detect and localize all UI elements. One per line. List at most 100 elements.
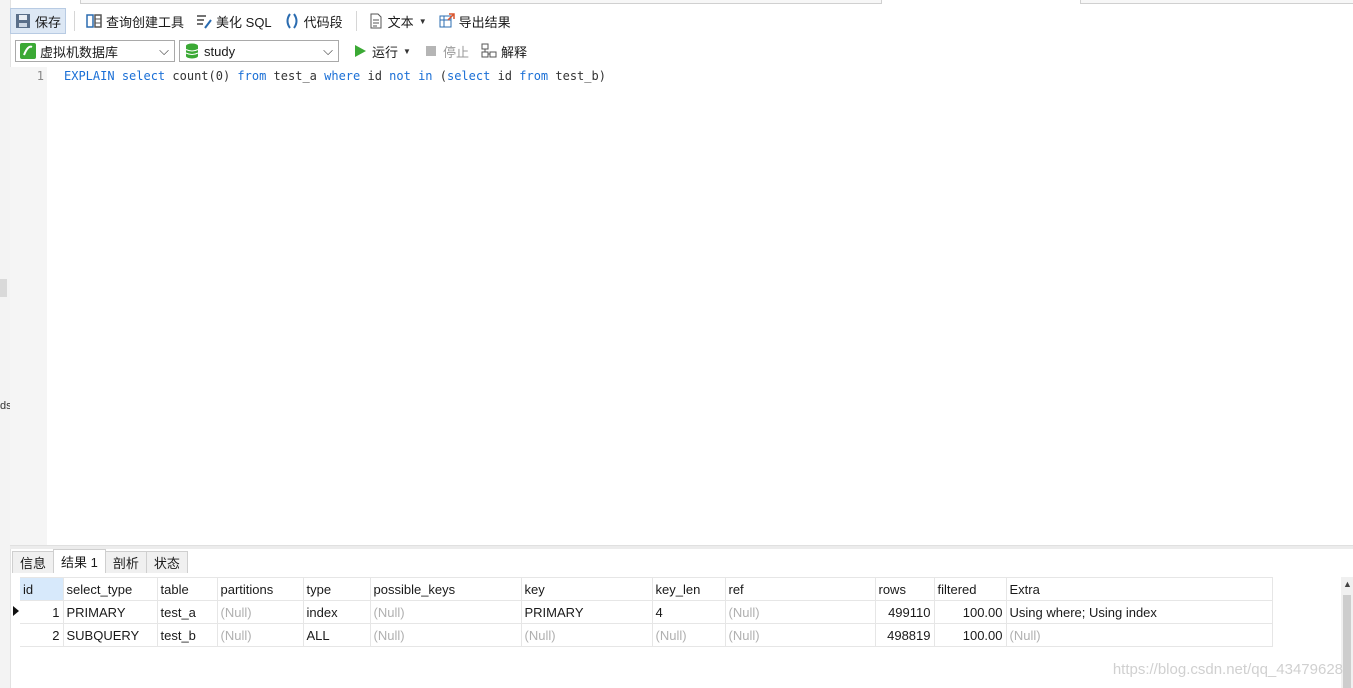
connection-icon [20,43,36,59]
tab-label: 结果 1 [61,555,98,570]
window-tab[interactable] [80,0,882,4]
export-results-button[interactable]: 导出结果 [434,8,516,34]
code-snippet-label: 代码段 [303,14,343,30]
parentheses-icon [284,13,300,29]
sql-keyword-token: where [324,69,361,83]
tab-profile[interactable]: 剖析 [104,551,147,573]
run-button[interactable]: 运行 ▼ [347,38,416,64]
tab-result-1[interactable]: 结果 1 [53,549,106,573]
cell-table[interactable]: test_a [157,600,218,624]
beautify-sql-button[interactable]: 美化 SQL [191,8,277,34]
floppy-disk-icon [15,13,31,29]
query-builder-button[interactable]: 查询创建工具 [81,8,189,34]
save-button[interactable]: 保存 [10,8,67,34]
column-header[interactable]: Extra [1006,577,1273,601]
sql-text-token [411,69,418,83]
explain-icon [481,43,497,59]
cell-id[interactable]: 1 [20,600,64,624]
beautify-sql-label: 美化 SQL [216,14,272,30]
sql-keyword-token: select [121,69,166,83]
query-builder-label: 查询创建工具 [106,14,185,30]
cell-type[interactable]: index [303,600,371,624]
cell-filtered[interactable]: 100.00 [934,600,1007,624]
scrollbar-thumb[interactable] [1343,595,1351,688]
cell-ref[interactable]: (Null) [725,623,876,647]
sql-text-token: ( [432,69,447,83]
tab-status[interactable]: 状态 [145,551,188,573]
sql-editor[interactable]: 1 EXPLAIN select count(0) from test_a wh… [10,67,1353,545]
left-panel-grip[interactable] [0,279,7,297]
connection-value: 虚拟机数据库 [40,44,119,60]
window-tab[interactable] [1080,0,1353,4]
cell-extra[interactable]: Using where; Using index [1006,600,1273,624]
database-select[interactable]: study ⌵ [179,40,339,62]
chevron-down-icon: ⌵ [159,43,169,58]
column-header[interactable]: possible_keys [370,577,522,601]
cell-ref[interactable]: (Null) [725,600,876,624]
sql-keyword-token: select [446,69,491,83]
stop-icon [423,43,439,59]
cell-table[interactable]: test_b [157,623,218,647]
cell-key-len[interactable]: (Null) [652,623,726,647]
beautify-icon [196,13,212,29]
cell-select-type[interactable]: SUBQUERY [63,623,158,647]
column-header[interactable]: type [303,577,371,601]
cell-rows[interactable]: 498819 [875,623,935,647]
cell-key[interactable]: PRIMARY [521,600,653,624]
explain-button[interactable]: 解释 [476,38,532,64]
table-row[interactable]: 1 PRIMARY test_a (Null) index (Null) PRI… [20,600,1273,624]
grid-header-row: id select_type table partitions type pos… [20,577,1273,601]
cell-key-len[interactable]: 4 [652,600,726,624]
cell-extra[interactable]: (Null) [1006,623,1273,647]
toolbar-separator [355,11,357,31]
cell-type[interactable]: ALL [303,623,371,647]
window-tab-strip [10,0,1353,4]
sql-keyword-token: from [519,69,549,83]
column-header[interactable]: table [157,577,218,601]
cell-select-type[interactable]: PRIMARY [63,600,158,624]
export-results-label: 导出结果 [458,14,511,30]
export-table-icon [439,13,455,29]
run-toolbar: 虚拟机数据库 ⌵ study ⌵ 运行 ▼ 停止 解释 [10,37,1353,65]
database-icon [184,43,200,59]
column-header[interactable]: key [521,577,653,601]
scroll-up-arrow-icon[interactable]: ▲ [1343,579,1352,589]
cell-filtered[interactable]: 100.00 [934,623,1007,647]
explain-label: 解释 [500,44,527,60]
sql-text-token [115,69,122,83]
text-mode-button[interactable]: 文本 ▼ [363,8,432,34]
column-header[interactable]: filtered [934,577,1007,601]
sql-text-token: test_a [266,69,325,83]
code-snippet-button[interactable]: 代码段 [279,8,348,34]
column-header[interactable]: key_len [652,577,726,601]
cell-possible-keys[interactable]: (Null) [370,600,522,624]
toolbar-separator [74,11,76,31]
cell-key[interactable]: (Null) [521,623,653,647]
tab-label: 剖析 [112,556,139,571]
sql-text-token: count(0) [165,69,238,83]
line-number-gutter: 1 [10,67,47,545]
column-header[interactable]: rows [875,577,935,601]
column-header[interactable]: partitions [217,577,304,601]
chevron-down-icon: ▼ [403,46,411,56]
cell-partitions[interactable]: (Null) [217,623,304,647]
document-icon [368,13,384,29]
column-header[interactable]: select_type [63,577,158,601]
editor-results-splitter[interactable] [10,545,1353,549]
cell-id[interactable]: 2 [20,623,64,647]
cell-rows[interactable]: 499110 [875,600,935,624]
result-tabs: 信息 结果 1 剖析 状态 [12,549,188,573]
table-row[interactable]: 2 SUBQUERY test_b (Null) ALL (Null) (Nul… [20,623,1273,647]
column-header[interactable]: ref [725,577,876,601]
tab-label: 信息 [20,556,47,571]
query-builder-icon [86,13,102,29]
cell-partitions[interactable]: (Null) [217,600,304,624]
connection-select[interactable]: 虚拟机数据库 ⌵ [15,40,175,62]
stop-button[interactable]: 停止 [418,38,474,64]
tab-info[interactable]: 信息 [12,551,55,573]
column-header[interactable]: id [20,577,64,601]
sql-code-line[interactable]: EXPLAIN select count(0) from test_a wher… [64,69,606,83]
cell-possible-keys[interactable]: (Null) [370,623,522,647]
result-grid: id select_type table partitions type pos… [20,577,1273,647]
query-toolbar: 保存 查询创建工具 美化 SQL 代码段 文本 ▼ 导出结果 [10,7,1353,35]
